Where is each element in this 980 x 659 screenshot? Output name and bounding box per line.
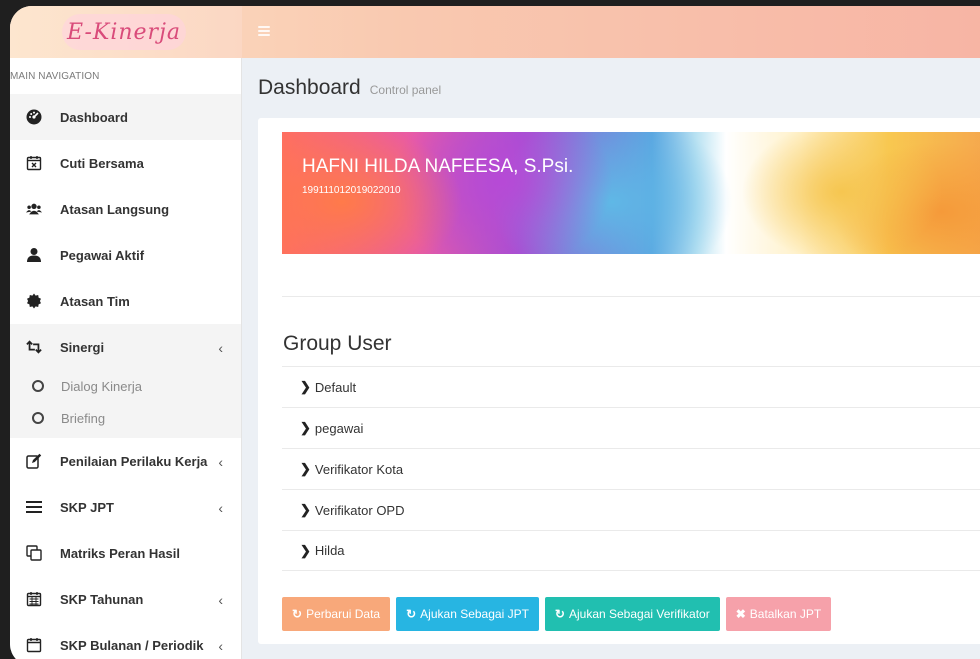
chevron-left-icon: ‹ <box>218 454 223 470</box>
sidebar-item-label: Dashboard <box>60 109 128 125</box>
edit-icon <box>26 453 42 469</box>
certificate-icon <box>26 293 42 309</box>
retweet-icon <box>26 339 42 355</box>
group-row-verifikator-opd[interactable]: ❯ Verifikator OPD <box>282 489 980 530</box>
sidebar-subitem-label: Dialog Kinerja <box>61 378 142 394</box>
sidebar-item-skp-bulanan[interactable]: SKP Bulanan / Periodik ‹ <box>10 622 241 659</box>
sidebar-item-label: Atasan Tim <box>60 293 130 309</box>
sidebar: MAIN NAVIGATION Dashboard Cuti Bersama A… <box>10 58 242 659</box>
profile-name: HAFNI HILDA NAFEESA, S.Psi. <box>302 156 574 177</box>
refresh-icon: ↻ <box>554 607 565 621</box>
users-icon <box>26 201 42 217</box>
clone-icon <box>26 545 42 561</box>
app-frame: E-Kinerja MAIN NAVIGATION Dashboard Cuti… <box>10 6 980 659</box>
sidebar-item-skp-jpt[interactable]: SKP JPT ‹ <box>10 484 241 530</box>
chevron-left-icon: ‹ <box>218 340 223 356</box>
chevron-right-icon: ❯ <box>300 461 311 476</box>
profile-nip: 199111012019022010 <box>302 185 401 196</box>
group-label: Verifikator Kota <box>314 461 404 477</box>
sidebar-item-pegawai-aktif[interactable]: Pegawai Aktif <box>10 232 241 278</box>
group-label: pegawai <box>314 420 364 436</box>
sidebar-item-label: SKP Bulanan / Periodik <box>60 637 204 653</box>
dashboard-icon <box>26 109 42 125</box>
sidebar-item-cuti-bersama[interactable]: Cuti Bersama <box>10 140 241 186</box>
sidebar-toggle-icon[interactable] <box>258 26 270 36</box>
profile-box: HAFNI HILDA NAFEESA, S.Psi. 199111012019… <box>258 118 980 644</box>
chevron-left-icon: ‹ <box>218 638 223 654</box>
content-header: Dashboard Control panel <box>258 76 441 100</box>
app-logo[interactable]: E-Kinerja <box>62 14 186 50</box>
chevron-right-icon: ❯ <box>300 542 311 558</box>
sidebar-item-label: SKP Tahunan <box>60 591 144 607</box>
circle-icon <box>32 412 44 424</box>
group-label: Hilda <box>314 543 345 558</box>
logo-area: E-Kinerja <box>10 6 242 58</box>
sidebar-subitem-briefing[interactable]: Briefing <box>10 402 241 434</box>
sidebar-item-label: Atasan Langsung <box>60 201 170 217</box>
sidebar-item-label: Pegawai Aktif <box>60 247 145 263</box>
button-label: Ajukan Sebagai Verifikator <box>568 607 710 621</box>
chevron-left-icon: ‹ <box>218 500 223 516</box>
action-buttons: ↻ Perbarui Data ↻ Ajukan Sebagai JPT ↻ A… <box>282 597 837 631</box>
sidebar-item-dashboard[interactable]: Dashboard <box>10 94 241 140</box>
times-icon: ✖ <box>735 607 746 621</box>
ajukan-jpt-button[interactable]: ↻ Ajukan Sebagai JPT <box>396 597 539 631</box>
refresh-icon: ↻ <box>406 607 417 621</box>
group-label: Verifikator OPD <box>314 502 405 518</box>
button-label: Perbarui Data <box>306 607 381 621</box>
perbarui-data-button[interactable]: ↻ Perbarui Data <box>282 597 391 631</box>
sidebar-item-label: Cuti Bersama <box>60 155 144 171</box>
divider <box>282 296 980 297</box>
refresh-icon: ↻ <box>292 607 303 621</box>
batalkan-jpt-button[interactable]: ✖ Batalkan JPT <box>725 597 832 631</box>
sidebar-item-label: Matriks Peran Hasil <box>60 545 180 561</box>
ajukan-verifikator-button[interactable]: ↻ Ajukan Sebagai Verifikator <box>544 597 720 631</box>
sidebar-item-atasan-tim[interactable]: Atasan Tim <box>10 278 241 324</box>
group-row-verifikator-kota[interactable]: ❯ Verifikator Kota <box>282 448 980 489</box>
button-label: Ajukan Sebagai JPT <box>420 607 529 621</box>
calendar-icon <box>26 637 42 653</box>
button-label: Batalkan JPT <box>749 607 822 621</box>
page-title: Dashboard <box>258 76 361 99</box>
page-subtitle: Control panel <box>369 83 442 97</box>
sidebar-subitem-dialog-kinerja[interactable]: Dialog Kinerja <box>10 370 241 402</box>
sidebar-item-matriks-peran-hasil[interactable]: Matriks Peran Hasil <box>10 530 241 576</box>
sinergi-submenu: Dialog Kinerja Briefing <box>10 370 241 438</box>
nav-header: MAIN NAVIGATION <box>10 71 100 82</box>
sidebar-item-sinergi[interactable]: Sinergi ‹ <box>10 324 241 370</box>
group-user-list: ❯ Default ❯ pegawai ❯ Verifikator Kota ❯… <box>282 366 980 571</box>
sidebar-subitem-label: Briefing <box>61 410 106 426</box>
chevron-right-icon: ❯ <box>300 420 311 435</box>
group-row-pegawai[interactable]: ❯ pegawai <box>282 407 980 448</box>
group-row-hilda[interactable]: ❯ Hilda <box>282 530 980 571</box>
calendar-icon <box>26 591 42 607</box>
group-label: Default <box>314 379 357 395</box>
sidebar-item-label: SKP JPT <box>60 499 114 515</box>
calendar-x-icon <box>26 155 42 171</box>
sidebar-item-penilaian-perilaku-kerja[interactable]: Penilaian Perilaku Kerja ‹ <box>10 438 241 484</box>
chevron-right-icon: ❯ <box>300 379 311 394</box>
user-icon <box>26 247 42 263</box>
group-row-default[interactable]: ❯ Default <box>282 366 980 407</box>
main-content: Dashboard Control panel HAFNI HILDA NAFE… <box>243 58 980 659</box>
sidebar-item-skp-tahunan[interactable]: SKP Tahunan ‹ <box>10 576 241 622</box>
sidebar-item-atasan-langsung[interactable]: Atasan Langsung <box>10 186 241 232</box>
profile-banner: HAFNI HILDA NAFEESA, S.Psi. 199111012019… <box>282 132 980 254</box>
chevron-left-icon: ‹ <box>218 592 223 608</box>
top-navbar: E-Kinerja <box>10 6 980 58</box>
bars-icon <box>26 499 42 515</box>
chevron-right-icon: ❯ <box>300 502 311 517</box>
circle-icon <box>32 380 44 392</box>
sidebar-item-label: Penilaian Perilaku Kerja <box>60 453 208 469</box>
group-user-title: Group User <box>283 332 392 355</box>
sidebar-item-label: Sinergi <box>60 339 105 355</box>
